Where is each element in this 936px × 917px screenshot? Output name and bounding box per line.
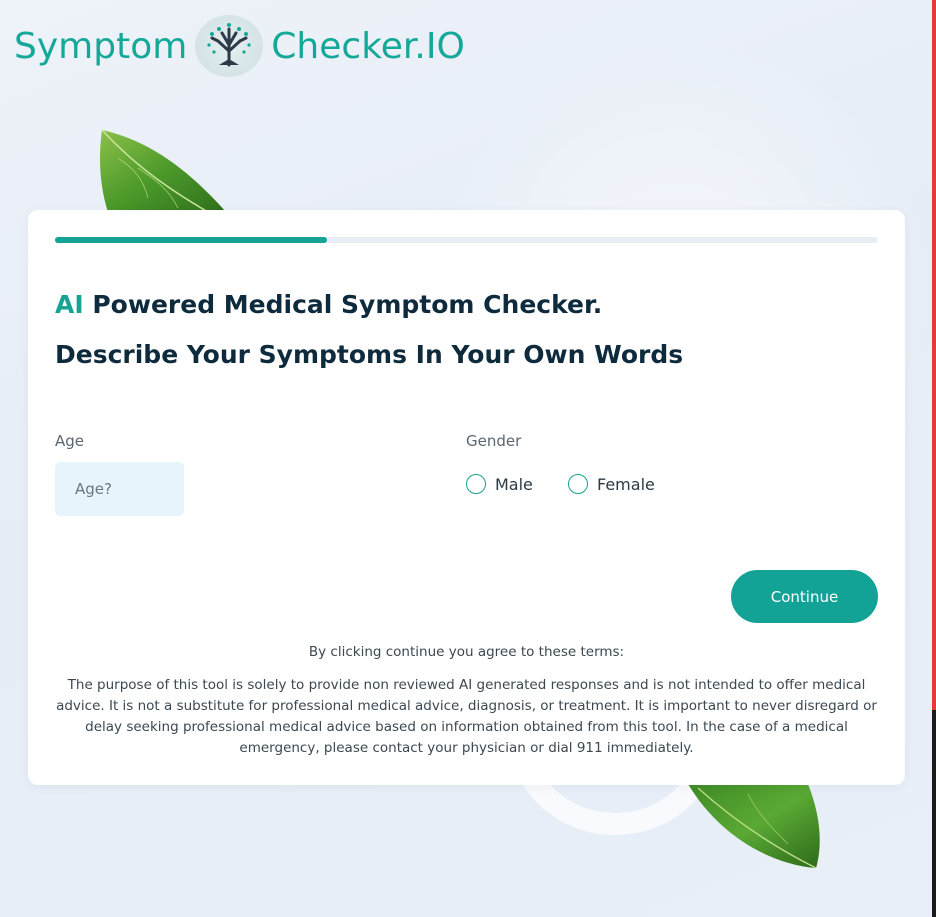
title-accent: AI: [55, 290, 84, 319]
leaf-icon: [100, 129, 226, 212]
radio-button-female[interactable]: [568, 474, 588, 494]
window-edge-dark: [932, 710, 936, 917]
title-rest: Powered Medical Symptom Checker.: [83, 290, 603, 319]
gender-label: Gender: [466, 432, 522, 450]
progress-bar: [55, 237, 878, 243]
terms-body: The purpose of this tool is solely to pr…: [56, 677, 877, 756]
brand-name-right: Checker.IO: [271, 25, 465, 67]
brand-name-left: Symptom: [14, 25, 188, 67]
page-subtitle: Describe Your Symptoms In Your Own Words: [55, 340, 684, 369]
continue-button[interactable]: Continue: [731, 570, 878, 623]
gender-option-label: Male: [495, 474, 533, 494]
progress-bar-fill: [55, 237, 327, 243]
brand-logo[interactable]: Symptom Checker.IO: [14, 14, 465, 78]
age-label: Age: [55, 432, 85, 450]
symptom-checker-card: AI Powered Medical Symptom Checker. Desc…: [28, 210, 905, 785]
age-input[interactable]: [55, 462, 184, 516]
page-title: AI Powered Medical Symptom Checker.: [55, 290, 602, 319]
terms-title: By clicking continue you agree to these …: [308, 644, 625, 660]
window-edge-red: [932, 0, 936, 710]
radio-button-male[interactable]: [466, 474, 486, 494]
leaf-icon: [688, 784, 820, 869]
gender-option-label: Female: [597, 474, 655, 494]
gender-option-male[interactable]: Male: [466, 474, 533, 494]
tree-icon: [195, 15, 264, 77]
gender-option-female[interactable]: Female: [568, 474, 655, 494]
